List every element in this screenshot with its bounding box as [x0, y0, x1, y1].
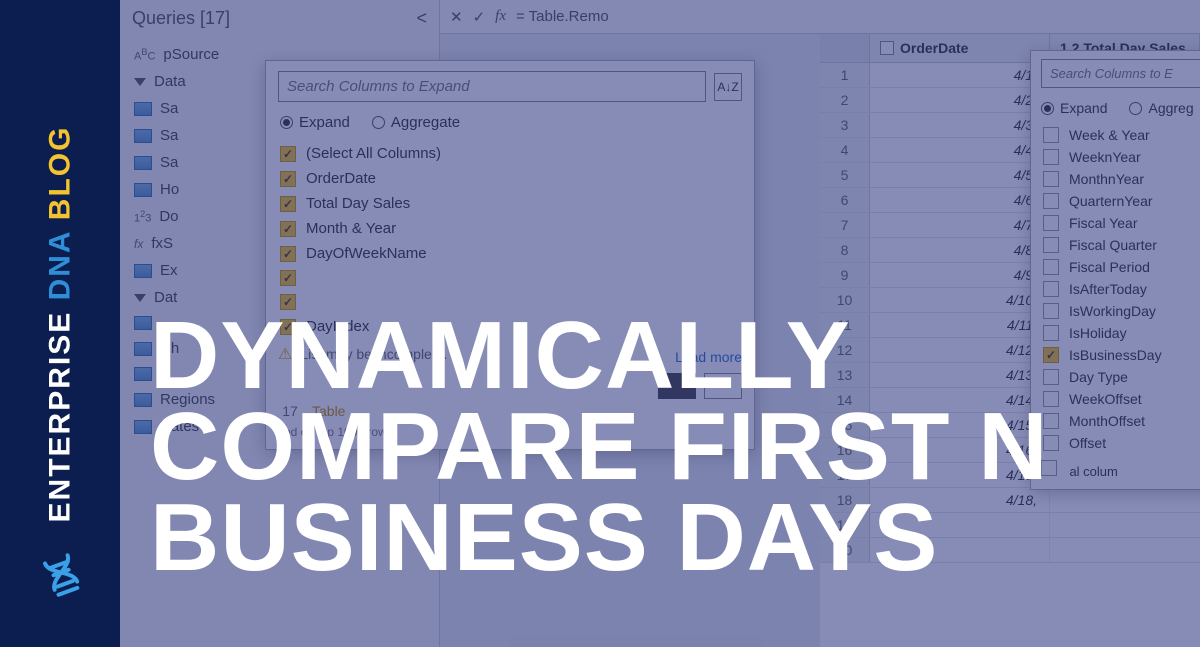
row-index: 5 [820, 163, 870, 187]
cell-orderdate: 4/3, [870, 113, 1050, 137]
column-checkbox-row[interactable] [278, 266, 742, 290]
table-icon [134, 102, 152, 116]
row-index: 7 [820, 213, 870, 237]
column-checkbox-row[interactable]: MonthnYear [1041, 168, 1200, 190]
brand-text: ENTERPRISE DNA BLOG [43, 125, 77, 522]
brand-word-blog: BLOG [43, 125, 76, 220]
radio-expand[interactable]: Expand [1041, 100, 1107, 116]
radio-aggregate[interactable]: Aggreg [1129, 100, 1193, 116]
column-checkbox-row[interactable]: Fiscal Year [1041, 212, 1200, 234]
checkbox-icon[interactable] [280, 171, 296, 187]
column-label: QuarternYear [1069, 193, 1153, 209]
fx-icon: fx [134, 237, 143, 251]
column-label: DayOfWeekName [306, 245, 427, 262]
checkbox-icon[interactable] [1043, 193, 1059, 209]
headline-line-1: DYNAMICALLY [150, 310, 1180, 401]
row-index: 9 [820, 263, 870, 287]
cancel-icon[interactable]: ✕ [450, 8, 463, 26]
column-checkbox-row[interactable]: Fiscal Period [1041, 256, 1200, 278]
checkbox-icon[interactable] [280, 221, 296, 237]
row-index: 8 [820, 238, 870, 262]
brand-word-dna: DNA [43, 230, 76, 300]
cell-orderdate: 4/1, [870, 63, 1050, 87]
column-checkbox-row[interactable]: QuarternYear [1041, 190, 1200, 212]
checkbox-icon[interactable] [280, 146, 296, 162]
brand-word-enterprise: ENTERPRISE [43, 310, 76, 522]
cell-orderdate: 4/5, [870, 163, 1050, 187]
column-checkbox-row[interactable]: OrderDate [278, 166, 742, 191]
headline-overlay: DYNAMICALLY COMPARE FIRST N BUSINESS DAY… [150, 310, 1180, 584]
row-index-header [820, 34, 870, 62]
cell-orderdate: 4/10, [870, 288, 1050, 312]
checkbox-icon[interactable] [280, 246, 296, 262]
cell-orderdate: 4/8, [870, 238, 1050, 262]
commit-icon[interactable]: ✓ [473, 8, 486, 26]
radio-aggregate[interactable]: Aggregate [372, 114, 460, 131]
row-index: 2 [820, 88, 870, 112]
checkbox-icon[interactable] [280, 270, 296, 286]
queries-header: Queries [17] < [120, 0, 439, 37]
table-icon [134, 129, 152, 143]
column-label: (Select All Columns) [306, 145, 441, 162]
column-label: Fiscal Year [1069, 215, 1137, 231]
expand-search-input[interactable] [278, 71, 706, 102]
fx-label: fx [495, 8, 506, 25]
checkbox-icon[interactable] [1043, 259, 1059, 275]
headline-line-2: COMPARE FIRST N [150, 401, 1180, 492]
row-index: 1 [820, 63, 870, 87]
column-checkbox-row[interactable]: (Select All Columns) [278, 141, 742, 166]
column-checkbox-row[interactable]: IsAfterToday [1041, 278, 1200, 300]
folder-icon [134, 294, 146, 302]
brand-sidebar: ENTERPRISE DNA BLOG [0, 0, 120, 647]
column-checkbox-row[interactable]: WeeknYear [1041, 146, 1200, 168]
checkbox-icon[interactable] [1043, 215, 1059, 231]
row-index: 4 [820, 138, 870, 162]
table-icon [134, 264, 152, 278]
cell-orderdate: 4/7, [870, 213, 1050, 237]
checkbox-icon[interactable] [1043, 237, 1059, 253]
expand-search-input[interactable] [1041, 59, 1200, 88]
cell-orderdate: 4/4, [870, 138, 1050, 162]
column-label: WeeknYear [1069, 149, 1141, 165]
date-type-icon [880, 41, 894, 55]
row-index: 3 [820, 113, 870, 137]
column-label: Week & Year [1069, 127, 1150, 143]
formula-text[interactable]: = Table.Remo [516, 8, 609, 25]
checkbox-icon[interactable] [280, 196, 296, 212]
column-label: Total Day Sales [306, 195, 410, 212]
row-index: 6 [820, 188, 870, 212]
checkbox-icon[interactable] [1043, 281, 1059, 297]
cell-orderdate: 4/9, [870, 263, 1050, 287]
queries-title: Queries [17] [132, 8, 230, 29]
formula-bar: ✕ ✓ fx = Table.Remo [440, 0, 1200, 34]
checkbox-icon[interactable] [1043, 127, 1059, 143]
table-icon [134, 183, 152, 197]
column-checkbox-row[interactable]: Month & Year [278, 216, 742, 241]
headline-line-3: BUSINESS DAYS [150, 492, 1180, 583]
text-type-icon: ABC [134, 47, 155, 63]
column-label: OrderDate [306, 170, 376, 187]
column-checkbox-row[interactable]: Week & Year [1041, 124, 1200, 146]
dna-icon [32, 547, 95, 613]
radio-expand[interactable]: Expand [280, 114, 350, 131]
column-checkbox-row[interactable]: DayOfWeekName [278, 241, 742, 266]
column-label: Fiscal Period [1069, 259, 1150, 275]
column-header-orderdate[interactable]: OrderDate [870, 34, 1050, 62]
checkbox-icon[interactable] [1043, 149, 1059, 165]
column-label: Month & Year [306, 220, 396, 237]
column-label: MonthnYear [1069, 171, 1144, 187]
cell-orderdate: 4/2, [870, 88, 1050, 112]
cell-orderdate: 4/6, [870, 188, 1050, 212]
column-checkbox-row[interactable]: Total Day Sales [278, 191, 742, 216]
column-label: IsAfterToday [1069, 281, 1147, 297]
column-label: Fiscal Quarter [1069, 237, 1157, 253]
table-icon [134, 156, 152, 170]
collapse-icon[interactable]: < [416, 8, 427, 29]
sort-button[interactable]: A↓Z [714, 73, 742, 101]
folder-icon [134, 78, 146, 86]
checkbox-icon[interactable] [1043, 171, 1059, 187]
column-checkbox-row[interactable]: Fiscal Quarter [1041, 234, 1200, 256]
number-type-icon: 123 [134, 209, 151, 225]
